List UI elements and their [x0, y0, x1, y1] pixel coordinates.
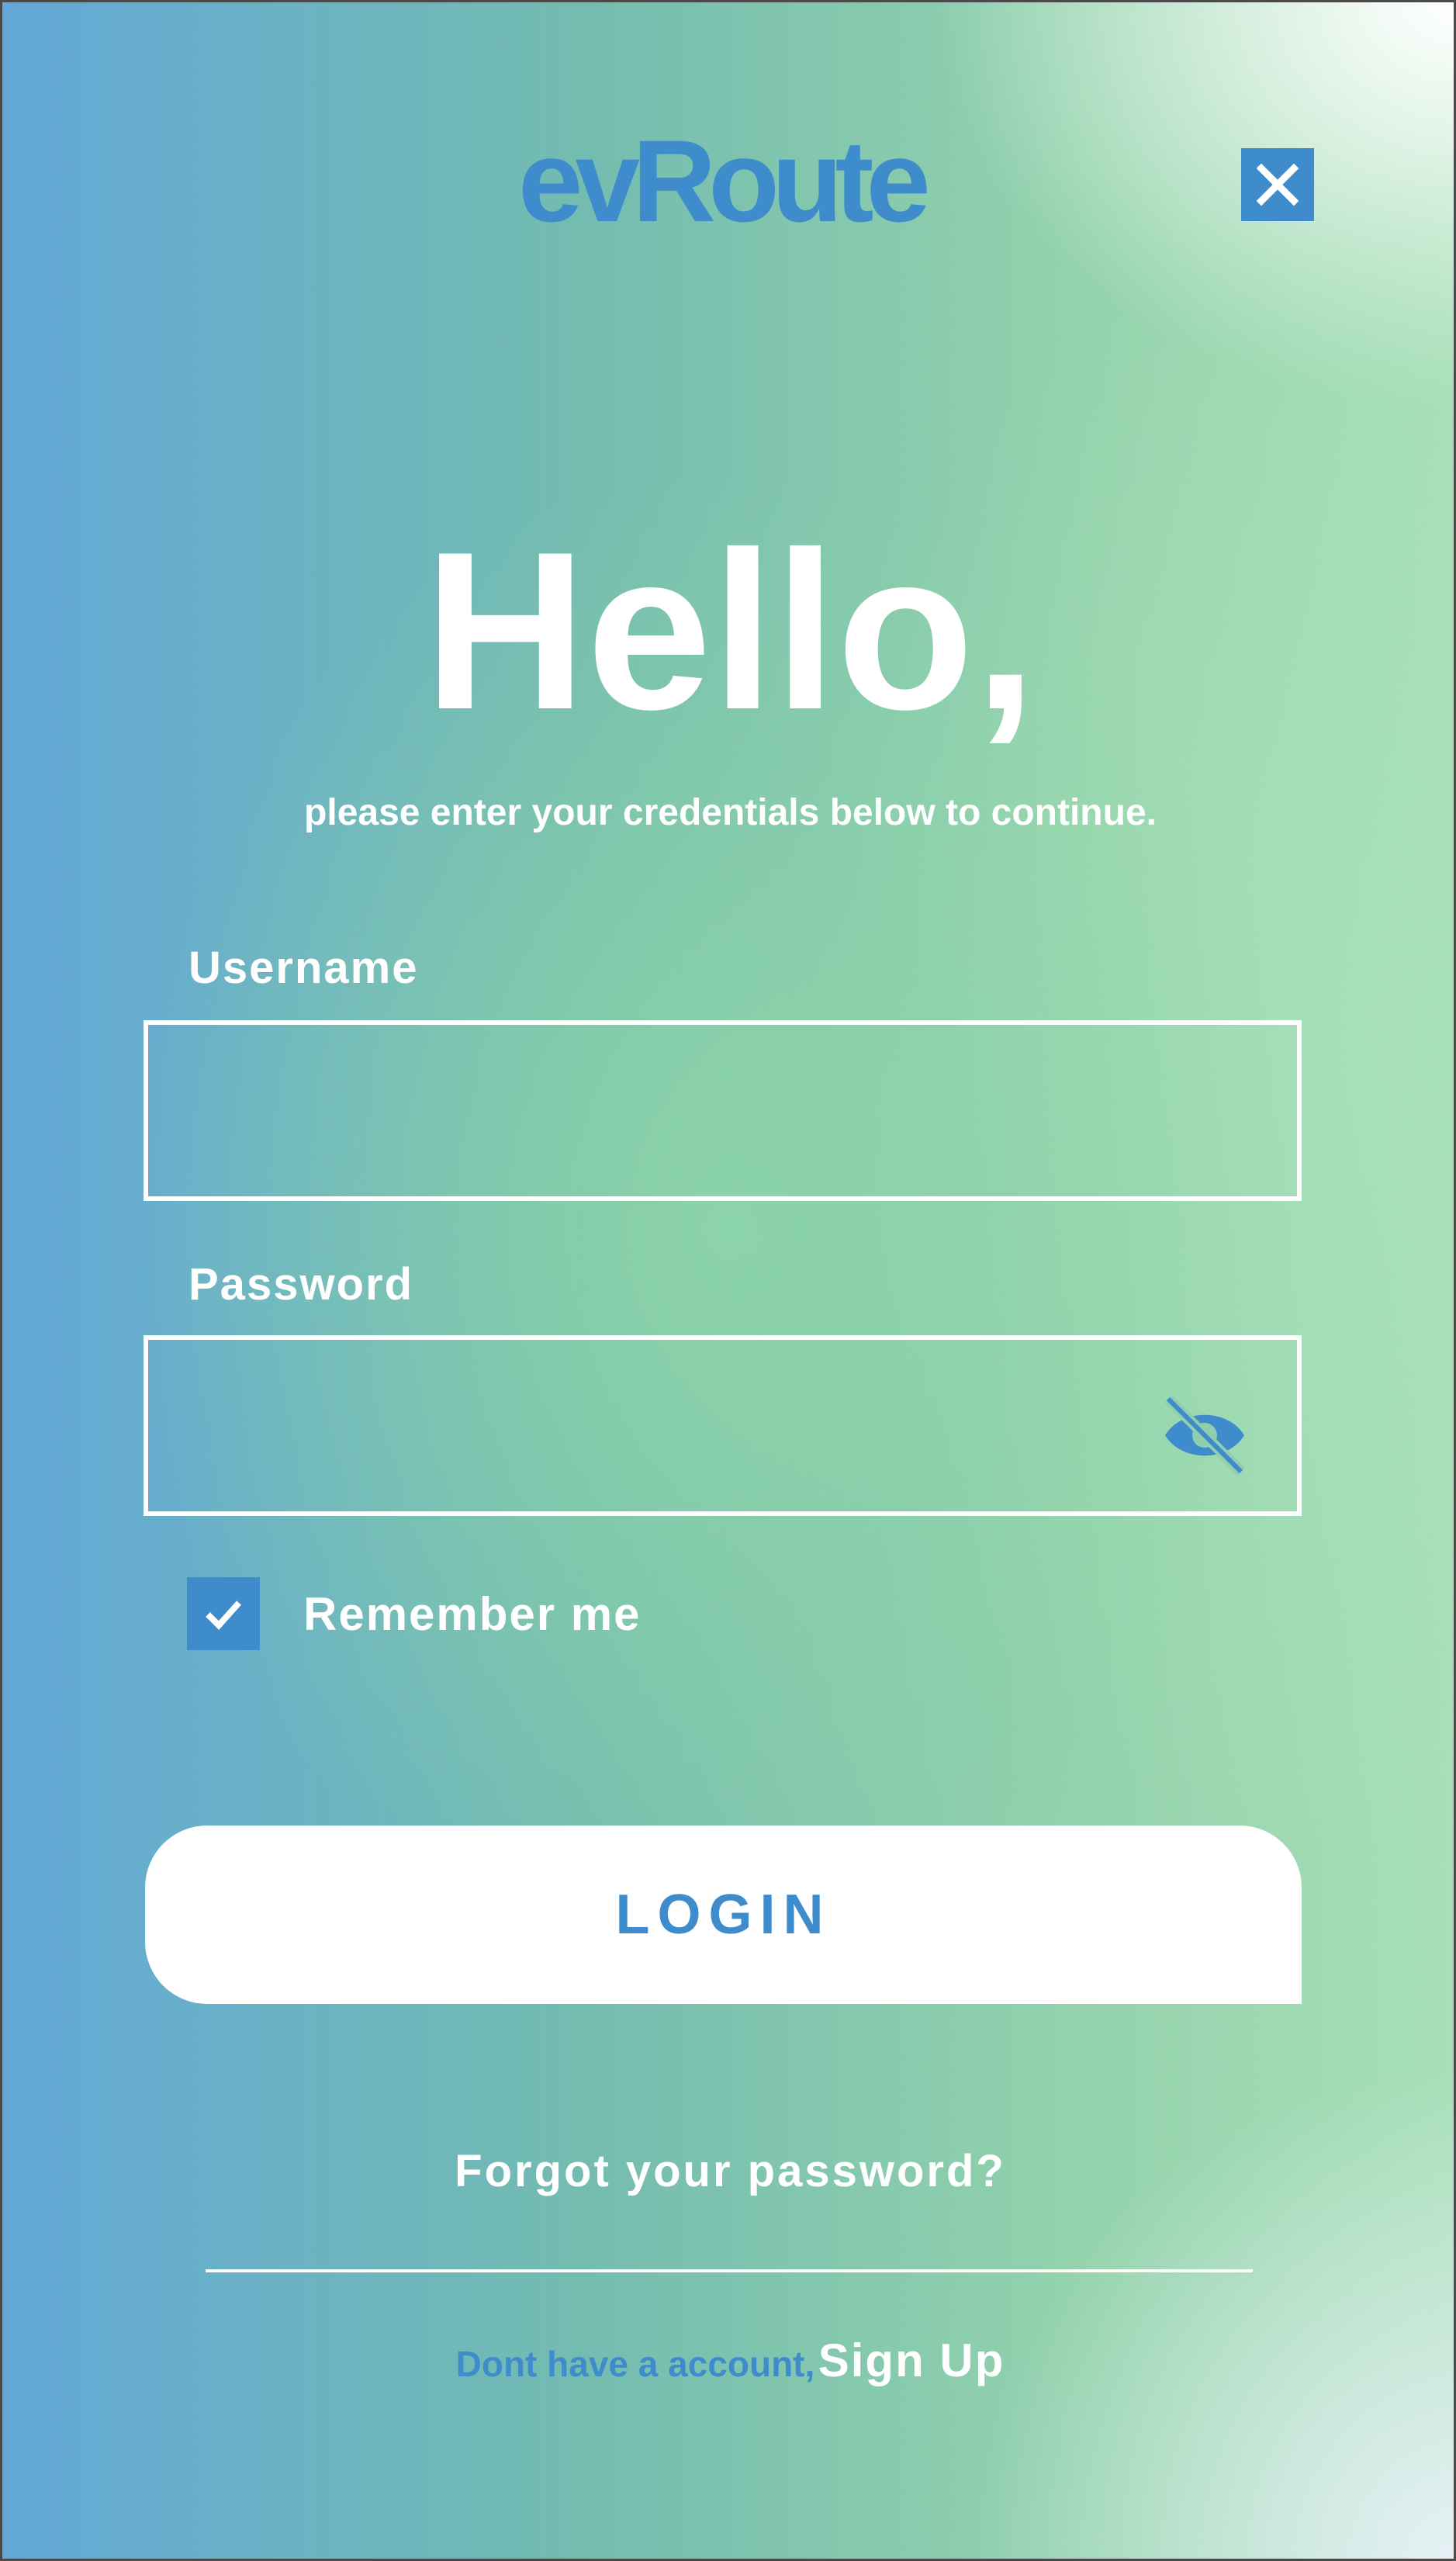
signup-row: Dont have a account, Sign Up — [2, 2334, 1456, 2387]
logo-text: evRoute — [518, 134, 927, 235]
password-input[interactable] — [148, 1340, 1297, 1511]
remember-me-label: Remember me — [303, 1587, 642, 1640]
close-icon — [1257, 164, 1299, 206]
password-field-frame — [144, 1335, 1302, 1516]
username-label: Username — [188, 943, 419, 993]
password-label: Password — [188, 1259, 413, 1310]
evroute-logo-icon: evRoute — [518, 116, 935, 246]
login-button[interactable]: LOGIN — [145, 1826, 1302, 2004]
username-input[interactable] — [148, 1025, 1297, 1196]
close-button[interactable] — [1241, 148, 1314, 221]
remember-me-row: Remember me — [187, 1577, 642, 1650]
eye-off-icon — [1164, 1395, 1245, 1476]
username-field-frame — [144, 1020, 1302, 1201]
page-title: Hello, — [424, 505, 1037, 756]
no-account-text: Dont have a account, — [455, 2344, 815, 2384]
checkmark-icon — [206, 1601, 241, 1630]
login-button-label: LOGIN — [615, 1884, 832, 1946]
password-visibility-toggle[interactable] — [1162, 1393, 1247, 1478]
divider — [206, 2269, 1253, 2272]
app-logo: evRoute — [496, 116, 946, 246]
page-subtitle: please enter your credentials below to c… — [304, 792, 1157, 833]
remember-me-checkbox[interactable] — [187, 1577, 260, 1650]
forgot-password-link[interactable]: Forgot your password? — [2, 2145, 1456, 2197]
signup-link[interactable]: Sign Up — [818, 2334, 1005, 2386]
